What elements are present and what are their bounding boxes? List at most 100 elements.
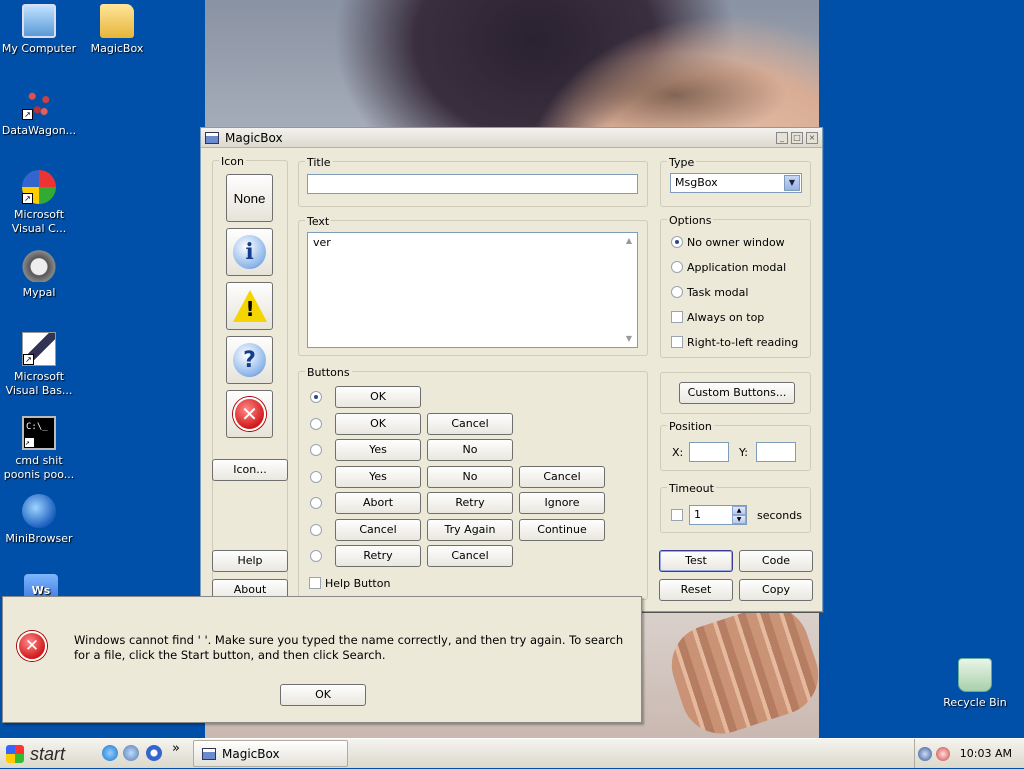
desktop-icon-label: Microsoft Visual C...	[11, 208, 67, 235]
taskbar: start » MagicBox 10:03 AM	[0, 738, 1024, 768]
custom-buttons-button[interactable]: Custom Buttons...	[679, 382, 795, 404]
help-button-checkbox[interactable]	[309, 577, 321, 589]
icon-question-button[interactable]: ?	[226, 336, 273, 384]
buttons-row-radio[interactable]	[310, 418, 322, 430]
spin-up-icon[interactable]: ▲	[732, 506, 746, 515]
option-checkbox[interactable]	[671, 336, 683, 348]
title-input[interactable]	[307, 174, 638, 194]
position-y-input[interactable]	[756, 442, 796, 462]
buttons-row-sample[interactable]: OK	[335, 413, 421, 435]
warning-icon: !	[232, 290, 267, 322]
timeout-checkbox[interactable]	[671, 509, 683, 521]
option-radio[interactable]	[671, 261, 683, 273]
information-icon: i	[233, 235, 266, 269]
buttons-row-sample[interactable]: Try Again	[427, 519, 513, 541]
buttons-row-sample[interactable]: No	[427, 439, 513, 461]
buttons-row-radio[interactable]	[310, 444, 322, 456]
test-button[interactable]: Test	[659, 550, 733, 572]
desktop-icon-cmd[interactable]: C:\_ ↗ cmd shit poonis poo...	[0, 416, 80, 482]
buttons-row-sample[interactable]: Retry	[427, 492, 513, 514]
cmd-icon: C:\_ ↗	[22, 416, 56, 450]
window-titlebar[interactable]: MagicBox _ □ ×	[201, 128, 822, 148]
reset-button[interactable]: Reset	[659, 579, 733, 601]
scroll-up-icon[interactable]: ▲	[624, 237, 634, 245]
tray-app-icon[interactable]	[935, 746, 950, 761]
desktop-icon-label: MagicBox	[90, 42, 144, 55]
error-icon: ✕	[233, 397, 266, 431]
maximize-button[interactable]: □	[791, 131, 803, 144]
desktop-icon-recycle-bin[interactable]: Recycle Bin	[934, 658, 1016, 710]
cmd-icon-glyph: C:\_	[26, 422, 48, 432]
desktop-icon-vb[interactable]: ↗ Microsoft Visual Bas...	[0, 332, 80, 398]
buttons-row-sample[interactable]: No	[427, 466, 513, 488]
option-radio[interactable]	[671, 236, 683, 248]
copy-button[interactable]: Copy	[739, 579, 813, 601]
icon-none-label: None	[233, 190, 266, 206]
desktop-icon-label: My Computer	[1, 42, 77, 55]
type-group-label: Type	[667, 156, 697, 169]
buttons-row-sample[interactable]: Cancel	[427, 545, 513, 567]
error-dialog: ✕ Windows cannot find ' '. Make sure you…	[2, 596, 642, 723]
question-icon: ?	[233, 343, 266, 377]
buttons-row-sample[interactable]: OK	[335, 386, 421, 408]
quicklaunch-chevron-icon[interactable]: »	[172, 741, 180, 756]
buttons-row-radio[interactable]	[310, 471, 322, 483]
icon-error-button[interactable]: ✕	[226, 390, 273, 438]
text-input[interactable]: ver ▲ ▼	[307, 232, 638, 348]
spin-down-icon[interactable]: ▼	[732, 515, 746, 524]
desktop-icon-label: cmd shit poonis poo...	[3, 454, 75, 481]
buttons-row-sample[interactable]: Cancel	[335, 519, 421, 541]
icon-browse-button[interactable]: Icon...	[212, 459, 288, 481]
buttons-row-sample[interactable]: Retry	[335, 545, 421, 567]
buttons-row-radio[interactable]	[310, 497, 322, 509]
msvc-icon: ↗	[22, 170, 56, 204]
type-select[interactable]: MsgBox ▼	[670, 173, 802, 193]
explorer-icon[interactable]	[123, 745, 139, 761]
buttons-row-sample[interactable]: Cancel	[427, 413, 513, 435]
timeout-spinner[interactable]: 1 ▲ ▼	[689, 505, 747, 525]
help-button[interactable]: Help	[212, 550, 288, 572]
buttons-row-sample[interactable]: Ignore	[519, 492, 605, 514]
media-player-icon[interactable]	[146, 745, 162, 761]
icon-info-button[interactable]: i	[226, 228, 273, 276]
desktop-icon-msvc[interactable]: ↗ Microsoft Visual C...	[0, 170, 80, 236]
icon-warning-button[interactable]: !	[226, 282, 273, 330]
position-x-input[interactable]	[689, 442, 729, 462]
close-button[interactable]: ×	[806, 131, 818, 144]
clock[interactable]: 10:03 AM	[960, 747, 1012, 760]
scroll-down-icon[interactable]: ▼	[624, 335, 634, 343]
start-label: start	[30, 743, 66, 764]
desktop-icon-minibrowser[interactable]: MiniBrowser	[0, 494, 80, 546]
buttons-row-sample[interactable]: Abort	[335, 492, 421, 514]
mypal-icon	[22, 248, 56, 282]
start-button[interactable]: start	[0, 739, 92, 769]
buttons-row-radio[interactable]	[310, 524, 322, 536]
icon-none-button[interactable]: None	[226, 174, 273, 222]
code-button[interactable]: Code	[739, 550, 813, 572]
desktop-icon-my-computer[interactable]: My Computer	[0, 4, 80, 56]
dialog-ok-button[interactable]: OK	[280, 684, 366, 706]
shortcut-arrow-icon: ↗	[22, 109, 33, 120]
desktop-icon-mypal[interactable]: Mypal	[0, 248, 80, 300]
taskbar-item-magicbox[interactable]: MagicBox	[193, 740, 348, 767]
desktop-icon-datawagon[interactable]: ↗ DataWagon...	[0, 86, 80, 138]
desktop-icon-magicbox[interactable]: MagicBox	[76, 4, 158, 56]
window-app-icon	[202, 747, 216, 760]
buttons-row-sample[interactable]: Yes	[335, 466, 421, 488]
tray-network-icon[interactable]	[917, 746, 932, 761]
buttons-row-sample[interactable]: Yes	[335, 439, 421, 461]
ie-icon[interactable]	[102, 745, 118, 761]
buttons-row-radio[interactable]	[310, 391, 322, 403]
window-app-icon	[205, 131, 219, 144]
folder-icon	[100, 4, 134, 38]
option-label: Application modal	[687, 261, 787, 274]
options-group-label: Options	[667, 214, 714, 227]
buttons-row-sample[interactable]: Continue	[519, 519, 605, 541]
option-radio[interactable]	[671, 286, 683, 298]
buttons-row-radio[interactable]	[310, 550, 322, 562]
buttons-row-sample[interactable]: Cancel	[519, 466, 605, 488]
desktop-icon-ws[interactable]: Ws	[0, 574, 82, 596]
minimize-button[interactable]: _	[776, 131, 788, 144]
option-checkbox[interactable]	[671, 311, 683, 323]
chevron-down-icon[interactable]: ▼	[784, 175, 800, 191]
